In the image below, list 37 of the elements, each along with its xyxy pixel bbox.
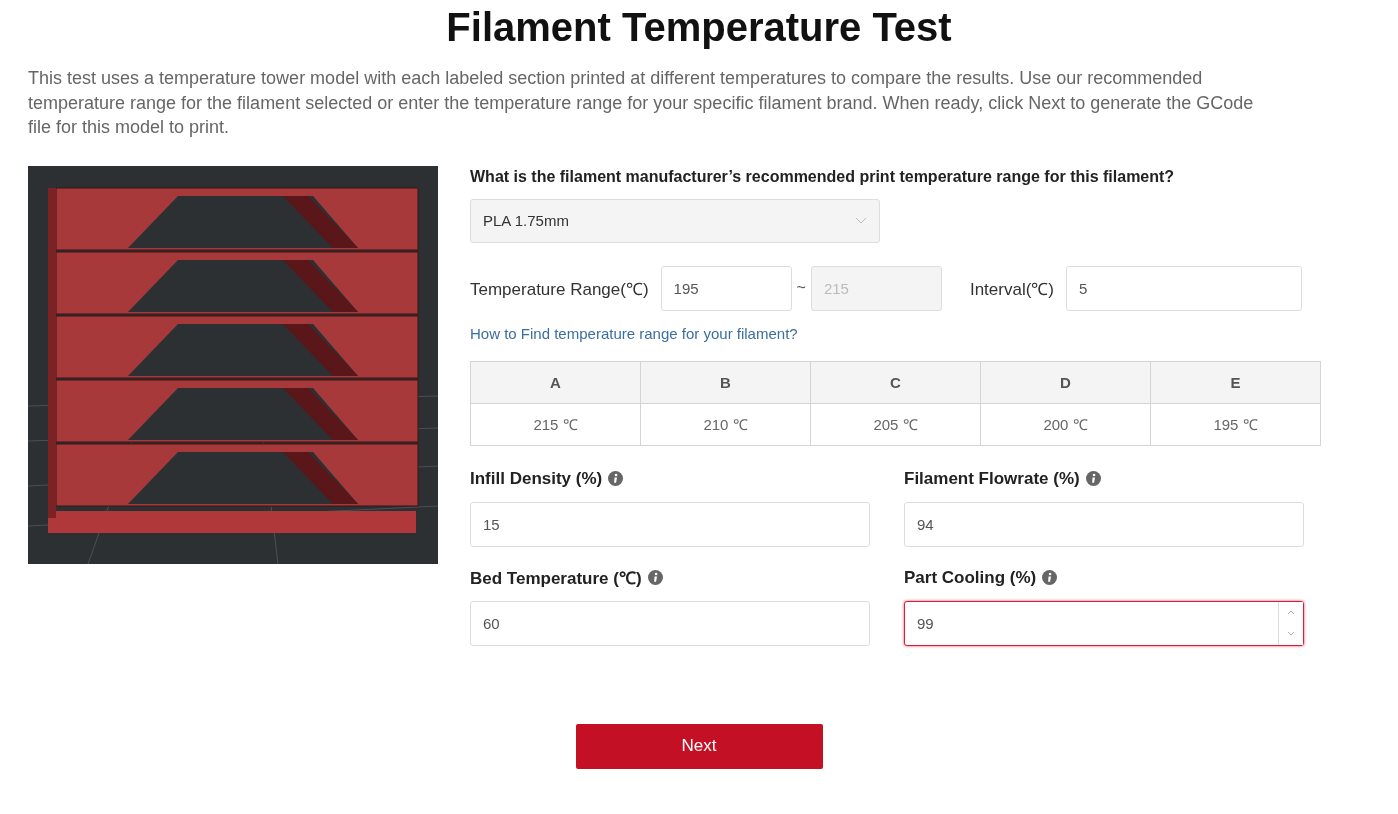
number-field[interactable]: 99 [904,600,1304,646]
table-cell: 210 ℃ [640,403,811,445]
interval-field[interactable]: 5 [1066,265,1302,311]
question-label: What is the filament manufacturer’s recommended print temperature range for this filament? [470,167,1176,186]
spinner-control[interactable] [1278,601,1303,645]
info-icon [608,471,624,486]
range-from-field[interactable]: 195 [660,265,792,311]
info-icon [1042,570,1058,585]
info-icon [647,570,663,585]
column-header: C [810,361,981,403]
info-icon [1085,471,1101,486]
intro-paragraph: This test uses a temperature tower model with each labeled section printed at different temperatures to compare the results. Use our recommended temperature range for the filament selected or enter the temperature range for your specific filament brand. When ready, click Next to generate the GCode file for this model to print. [28,67,1255,139]
table-cell: 195 ℃ [1150,403,1321,445]
range-separator: ~ [796,279,806,297]
column-header: D [980,361,1151,403]
next-button[interactable]: Next [575,723,823,769]
filament-select[interactable]: PLA 1.75mm [470,198,880,243]
help-link[interactable]: How to Find temperature range for your filament? [470,324,798,342]
column-header: A [470,361,641,403]
table-cell: 215 ℃ [470,403,641,445]
chevron-down-icon [855,216,867,225]
field-label: Filament Flowrate (%) [904,468,1080,489]
column-header: B [640,361,811,403]
number-field[interactable]: 60 [470,600,870,646]
table-cell: 205 ℃ [810,403,981,445]
field-label: Bed Temperature (℃) [470,568,642,589]
page-title: Filament Temperature Test [445,4,953,50]
range-label: Temperature Range(℃) [470,278,649,300]
number-field[interactable]: 15 [470,501,870,547]
number-field[interactable]: 94 [904,501,1304,547]
field-label: Part Cooling (%) [904,567,1037,588]
column-header: E [1150,361,1321,403]
field-label: Infill Density (%) [470,468,603,489]
interval-label: Interval(℃) [969,278,1054,300]
caret-up-icon[interactable] [1287,609,1295,615]
caret-down-icon[interactable] [1287,631,1295,637]
table-cell: 200 ℃ [980,403,1151,445]
